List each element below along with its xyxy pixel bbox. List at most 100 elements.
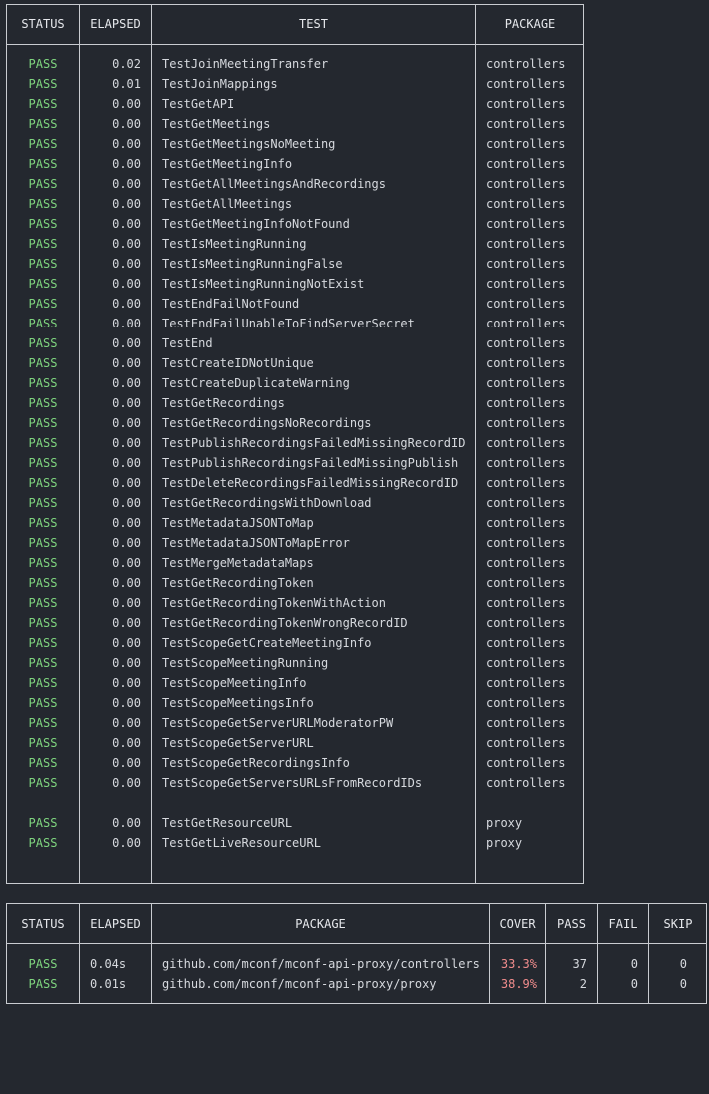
column-header-status: STATUS [21, 17, 65, 31]
test-cell-elapsed: 0.00 [112, 576, 141, 590]
test-cell-elapsed: 0.00 [112, 177, 141, 191]
test-cell-elapsed: 0.00 [112, 217, 141, 231]
test-cell-test: TestGetRecordingsNoRecordings [162, 416, 372, 430]
test-cell-elapsed: 0.00 [112, 376, 141, 390]
tests-col-divider [475, 4, 476, 884]
test-cell-status: PASS [28, 476, 58, 490]
test-cell-elapsed: 0.00 [112, 476, 141, 490]
test-cell-test: TestScopeGetServerURL [162, 736, 314, 750]
test-cell-elapsed: 0.00 [112, 716, 141, 730]
test-cell-status: PASS [28, 596, 58, 610]
column-header-test: TEST [299, 17, 328, 31]
test-cell-package: controllers [486, 456, 566, 470]
summary-cell-cover: 38.9% [500, 977, 537, 991]
test-cell-status: PASS [28, 117, 58, 131]
summary-header-package: PACKAGE [295, 917, 346, 931]
summary-cell-elapsed: 0.04s [90, 957, 127, 971]
test-cell-elapsed: 0.00 [112, 317, 141, 327]
test-cell-package: controllers [486, 137, 566, 151]
test-cell-test: TestScopeMeetingInfo [162, 676, 307, 690]
test-cell-package: controllers [486, 177, 566, 191]
test-cell-status: PASS [28, 197, 58, 211]
test-cell-test: TestEndFailUnableToFindServerSecret [162, 317, 415, 327]
test-cell-status: PASS [28, 536, 58, 550]
test-cell-elapsed: 0.00 [112, 636, 141, 650]
test-cell-package: proxy [486, 836, 523, 850]
test-cell-test: TestJoinMeetingTransfer [162, 57, 329, 71]
test-cell-package: controllers [486, 756, 566, 770]
clipped-row: PASS 0.00 TestEndFailUnableToFindServerSec… [0, 314, 709, 327]
summary-cell-status: PASS [28, 977, 58, 991]
summary-header-pass: PASS [557, 917, 586, 931]
test-cell-status: PASS [28, 696, 58, 710]
test-cell-test: TestEndFailNotFound [162, 297, 300, 311]
test-cell-test: TestGetResourceURL [162, 816, 293, 830]
test-cell-elapsed: 0.00 [112, 536, 141, 550]
test-cell-status: PASS [28, 177, 58, 191]
test-cell-test: TestEnd [162, 336, 213, 350]
test-cell-elapsed: 0.00 [112, 496, 141, 510]
test-cell-package: controllers [486, 516, 566, 530]
test-cell-elapsed: 0.00 [112, 776, 141, 790]
test-cell-status: PASS [28, 277, 58, 291]
test-cell-test: TestCreateDuplicateWarning [162, 376, 350, 390]
test-cell-test: TestMetadataJSONToMap [162, 516, 314, 530]
test-cell-test: TestGetRecordingsWithDownload [162, 496, 372, 510]
test-cell-package: controllers [486, 556, 566, 570]
test-cell-elapsed: 0.00 [112, 396, 141, 410]
test-cell-elapsed: 0.00 [112, 257, 141, 271]
test-cell-test: TestIsMeetingRunningNotExist [162, 277, 365, 291]
test-cell-test: TestMetadataJSONToMapError [162, 536, 350, 550]
test-cell-package: controllers [486, 117, 566, 131]
test-cell-status: PASS [28, 676, 58, 690]
test-cell-package: controllers [486, 336, 566, 350]
test-cell-test: TestGetMeetingsNoMeeting [162, 137, 336, 151]
test-cell-package: controllers [486, 656, 566, 670]
test-cell-elapsed: 0.00 [112, 436, 141, 450]
summary-cell-cover: 33.3% [500, 957, 537, 971]
test-cell-elapsed: 0.01 [112, 77, 141, 91]
test-cell-elapsed: 0.00 [112, 416, 141, 430]
test-cell-package: controllers [486, 77, 566, 91]
test-cell-test: TestScopeGetServerURLModeratorPW [162, 716, 394, 730]
test-cell-elapsed: 0.02 [112, 57, 141, 71]
test-cell-package: controllers [486, 97, 566, 111]
test-cell-package: controllers [486, 257, 566, 271]
test-cell-status: PASS [28, 257, 58, 271]
test-cell-status: PASS [28, 336, 58, 350]
test-cell-elapsed: 0.00 [112, 237, 141, 251]
test-cell-test: TestGetRecordingTokenWithAction [162, 596, 386, 610]
test-cell-status: PASS [28, 456, 58, 470]
tests-header-divider [6, 44, 584, 45]
test-cell-status: PASS [28, 97, 58, 111]
test-cell-elapsed: 0.00 [112, 836, 141, 850]
test-cell-test: TestGetRecordings [162, 396, 285, 410]
test-cell-elapsed: 0.00 [112, 696, 141, 710]
test-cell-test: TestScopeMeetingRunning [162, 656, 329, 670]
summary-cell-skip: 0 [679, 977, 687, 991]
test-cell-test: TestGetAPI [162, 97, 235, 111]
test-cell-test: TestScopeGetCreateMeetingInfo [162, 636, 372, 650]
terminal-window: { "tests_table": { "headers": {"status":… [0, 0, 709, 1011]
test-cell-status: PASS [28, 77, 58, 91]
test-cell-package: controllers [486, 416, 566, 430]
test-cell-elapsed: 0.00 [112, 97, 141, 111]
tests-header-row: STATUS ELAPSED TEST PACKAGE [0, 14, 555, 34]
test-cell-package: controllers [486, 776, 566, 790]
test-cell-status: PASS [28, 656, 58, 670]
column-header-package: PACKAGE [504, 17, 556, 31]
test-cell-status: PASS [28, 396, 58, 410]
test-cell-package: controllers [486, 57, 566, 71]
summary-header-fail: FAIL [608, 917, 638, 931]
summary-header-skip: SKIP [663, 917, 693, 931]
summary-header-status: STATUS [21, 917, 65, 931]
test-cell-package: controllers [486, 157, 566, 171]
test-cell-status: PASS [28, 496, 58, 510]
summary-cell-pass: 2 [579, 977, 587, 991]
test-cell-test: TestGetMeetings [162, 117, 271, 131]
test-cell-test: TestGetAllMeetings [162, 197, 293, 211]
test-cell-test: TestPublishRecordingsFailedMissingPublis… [162, 456, 459, 470]
test-cell-elapsed: 0.00 [112, 157, 141, 171]
test-cell-test: TestGetMeetingInfoNotFound [162, 217, 350, 231]
test-cell-status: PASS [28, 237, 58, 251]
